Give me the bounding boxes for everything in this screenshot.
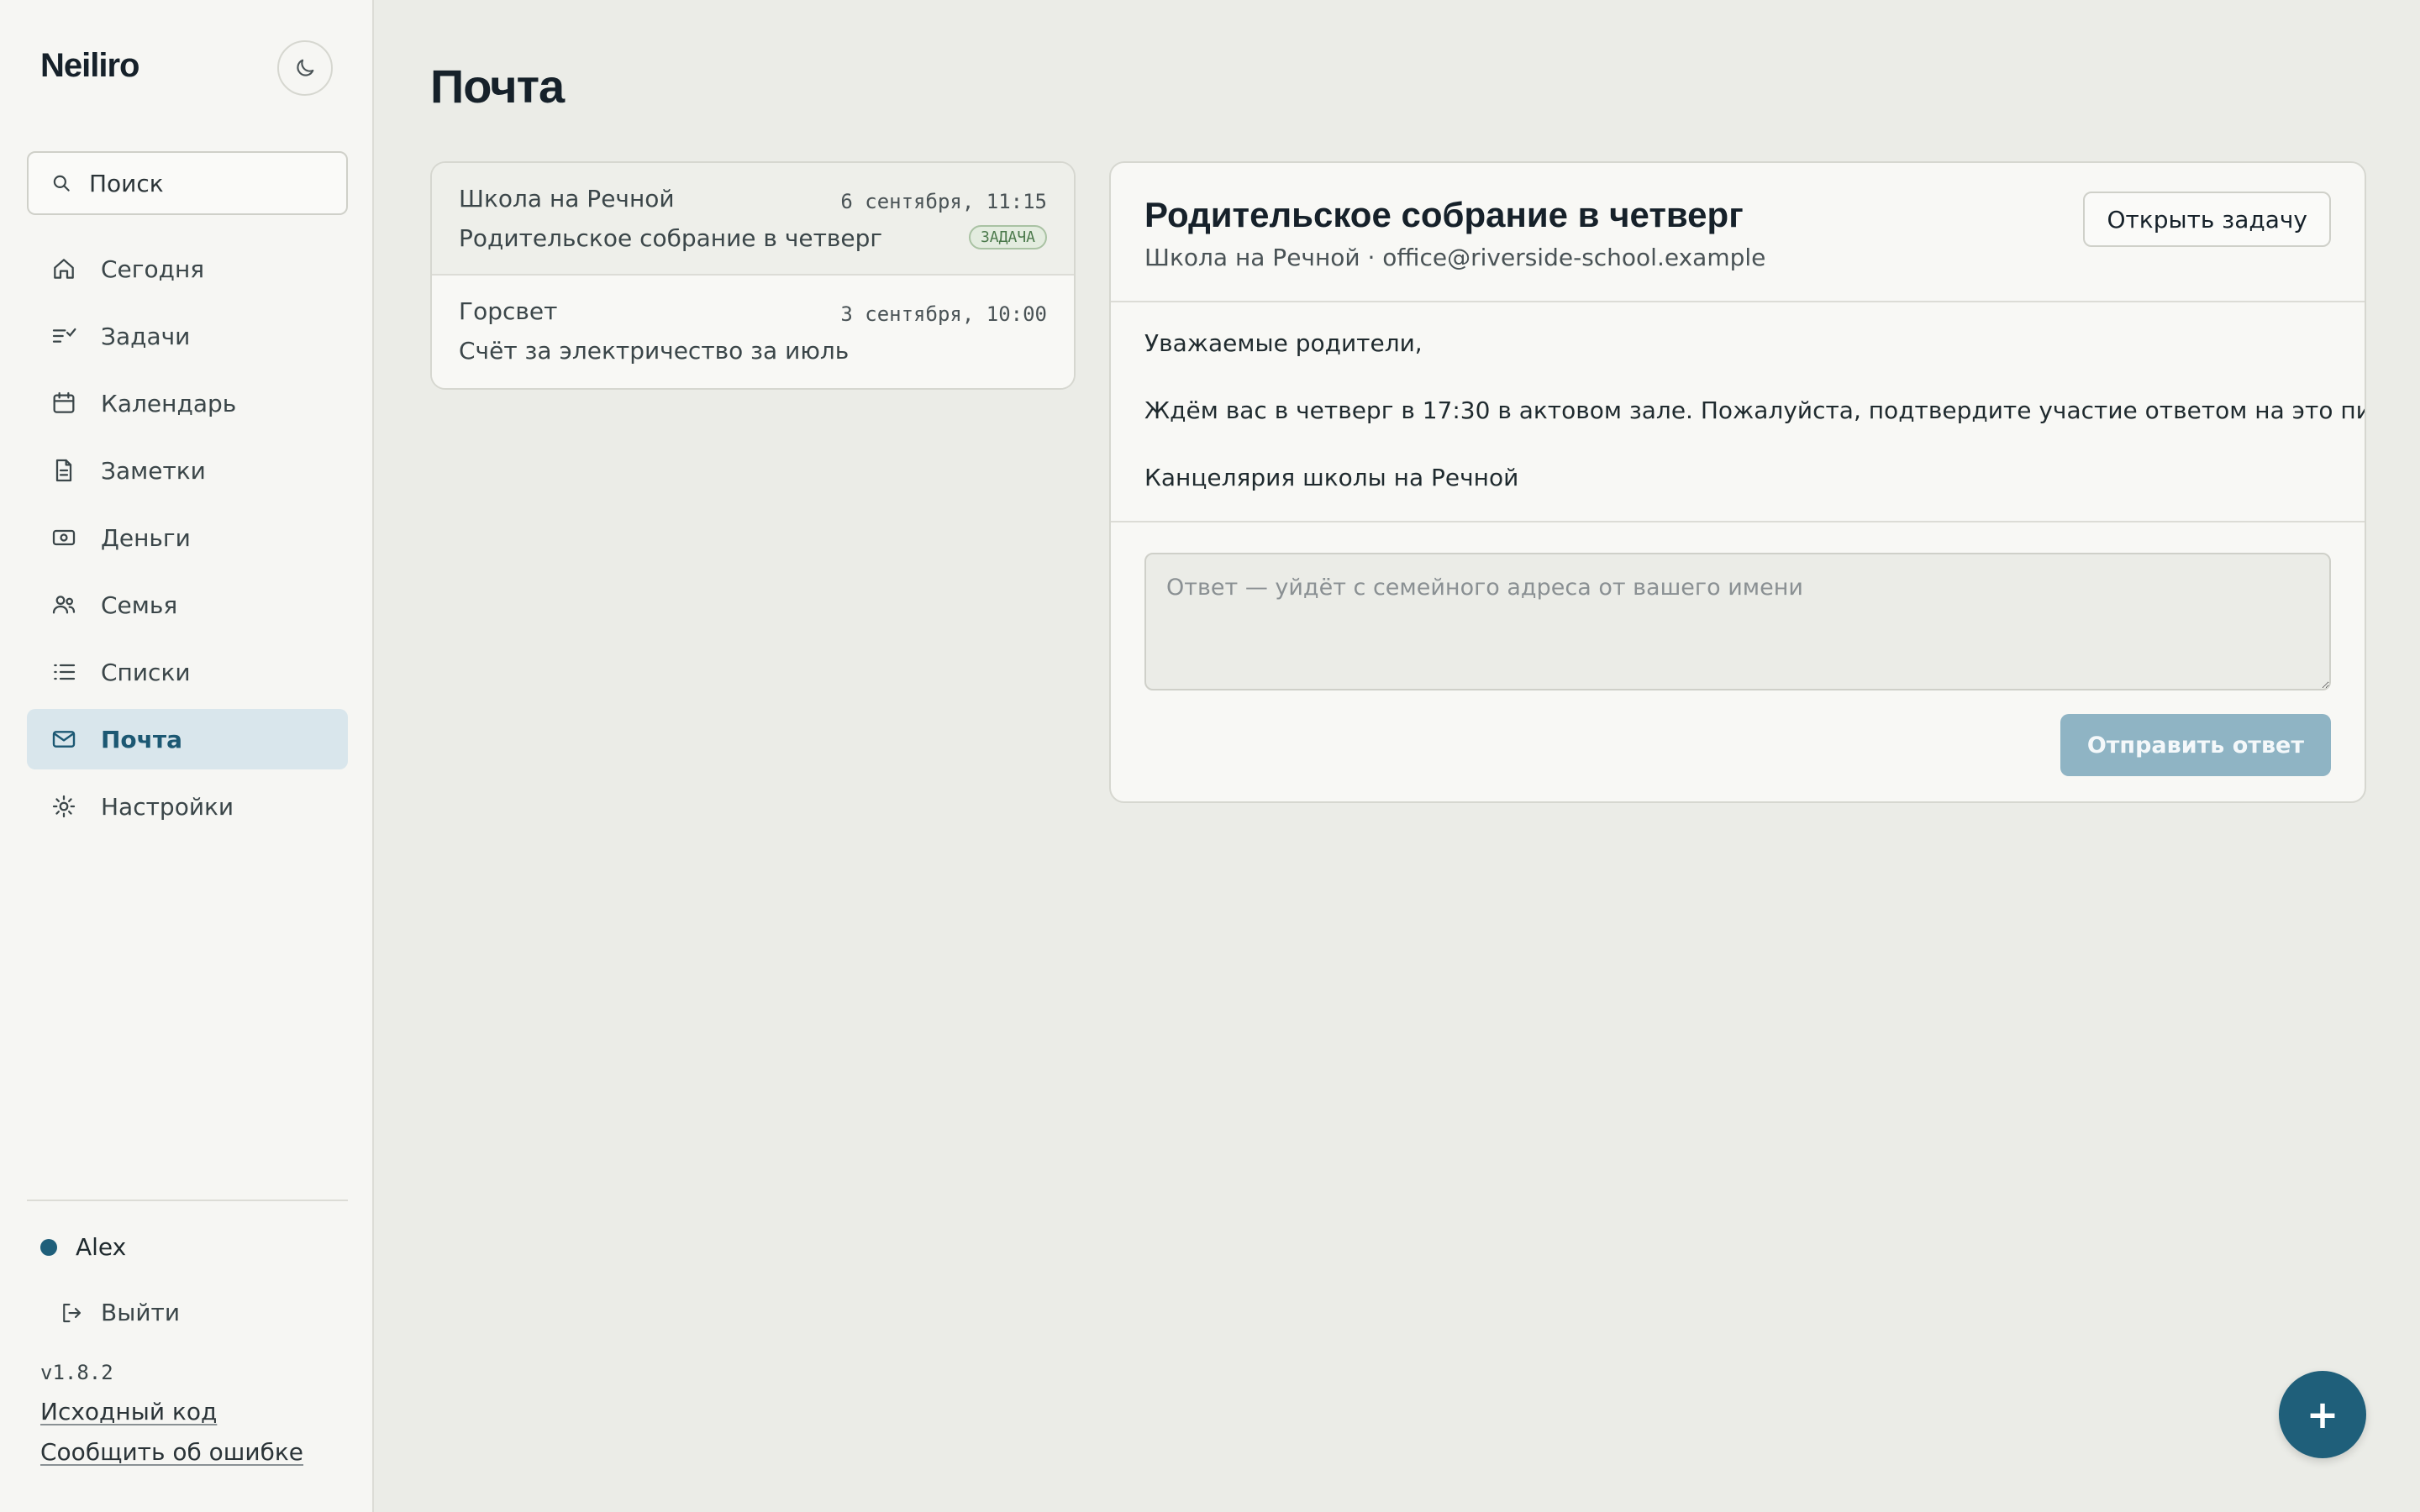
note-icon [49, 455, 79, 486]
user-name: Alex [76, 1233, 127, 1261]
sidebar-item-family[interactable]: Семья [27, 575, 348, 635]
app-logo: Neiliro [40, 47, 139, 84]
logout-button[interactable]: Выйти [59, 1299, 180, 1326]
settings-icon [49, 791, 79, 822]
mail-reader-header: Родительское собрание в четверг Школа на… [1111, 163, 2365, 302]
app-version: v1.8.2 [40, 1361, 113, 1384]
send-reply-button[interactable]: Отправить ответ [2060, 714, 2331, 776]
open-task-button[interactable]: Открыть задачу [2083, 192, 2331, 247]
mail-reader-subject: Родительское собрание в четверг [1144, 195, 1744, 234]
task-badge: ЗАДАЧА [968, 225, 1047, 249]
money-icon [49, 522, 79, 553]
user-status-dot [40, 1238, 57, 1256]
tasks-icon [49, 321, 79, 351]
sidebar-item-today[interactable]: Сегодня [27, 239, 348, 299]
sidebar: Neiliro Сегодня Задачи Календарь [0, 0, 374, 1512]
mail-date: 6 сентября, 11:15 [840, 190, 1047, 213]
sidebar-item-lists[interactable]: Списки [27, 642, 348, 702]
mail-list-item[interactable]: Школа на Речной 6 сентября, 11:15 Родите… [432, 163, 1074, 276]
mail-body-line: Канцелярия школы на Речной [1144, 464, 1519, 491]
sidebar-item-label: Деньги [101, 523, 191, 552]
mail-reader-body: Уважаемые родители, Ждём вас в четверг в… [1111, 302, 2365, 522]
mail-reader-sender: Школа на Речной · office@riverside-schoo… [1144, 244, 1766, 271]
sidebar-item-label: Настройки [101, 792, 234, 821]
mail-list-item[interactable]: Горсвет 3 сентября, 10:00 Счёт за электр… [432, 276, 1074, 388]
mail-list: Школа на Речной 6 сентября, 11:15 Родите… [430, 161, 1076, 390]
search-box[interactable] [27, 151, 348, 215]
mail-icon [49, 724, 79, 754]
page-title: Почта [430, 60, 565, 113]
add-button[interactable]: + [2279, 1371, 2366, 1458]
source-code-link[interactable]: Исходный код [40, 1398, 217, 1425]
theme-toggle-button[interactable] [277, 40, 333, 96]
sidebar-item-calendar[interactable]: Календарь [27, 373, 348, 433]
sidebar-item-settings[interactable]: Настройки [27, 776, 348, 837]
sidebar-item-label: Семья [101, 591, 178, 619]
mail-date: 3 сентября, 10:00 [840, 302, 1047, 326]
list-icon [49, 657, 79, 687]
sidebar-item-notes[interactable]: Заметки [27, 440, 348, 501]
mail-subject: Родительское собрание в четверг [459, 224, 883, 252]
home-icon [49, 254, 79, 284]
logout-label: Выйти [101, 1299, 181, 1326]
sidebar-item-money[interactable]: Деньги [27, 507, 348, 568]
user-indicator: Alex [40, 1233, 126, 1261]
sidebar-item-label: Сегодня [101, 255, 205, 283]
sidebar-item-mail[interactable]: Почта [27, 709, 348, 769]
mail-reader: Родительское собрание в четверг Школа на… [1109, 161, 2366, 803]
moon-icon [293, 56, 317, 80]
sidebar-item-label: Задачи [101, 322, 191, 350]
sidebar-nav: Сегодня Задачи Календарь Заметки Деньги [27, 239, 348, 843]
sidebar-item-tasks[interactable]: Задачи [27, 306, 348, 366]
reply-textarea[interactable] [1144, 553, 2331, 690]
sidebar-item-label: Списки [101, 658, 191, 686]
report-bug-link[interactable]: Сообщить об ошибке [40, 1438, 303, 1466]
sidebar-item-label: Календарь [101, 389, 237, 417]
sidebar-item-label: Почта [101, 725, 183, 753]
search-input[interactable] [87, 168, 343, 198]
mail-body-line: Уважаемые родители, [1144, 329, 1423, 357]
mail-body-line: Ждём вас в четверг в 17:30 в актовом зал… [1144, 396, 2366, 424]
mail-subject: Счёт за электричество за июль [459, 337, 850, 365]
search-icon [50, 172, 72, 194]
sidebar-item-label: Заметки [101, 456, 206, 485]
logout-icon [59, 1300, 84, 1326]
family-icon [49, 590, 79, 620]
calendar-icon [49, 388, 79, 418]
sidebar-divider [27, 1200, 348, 1201]
